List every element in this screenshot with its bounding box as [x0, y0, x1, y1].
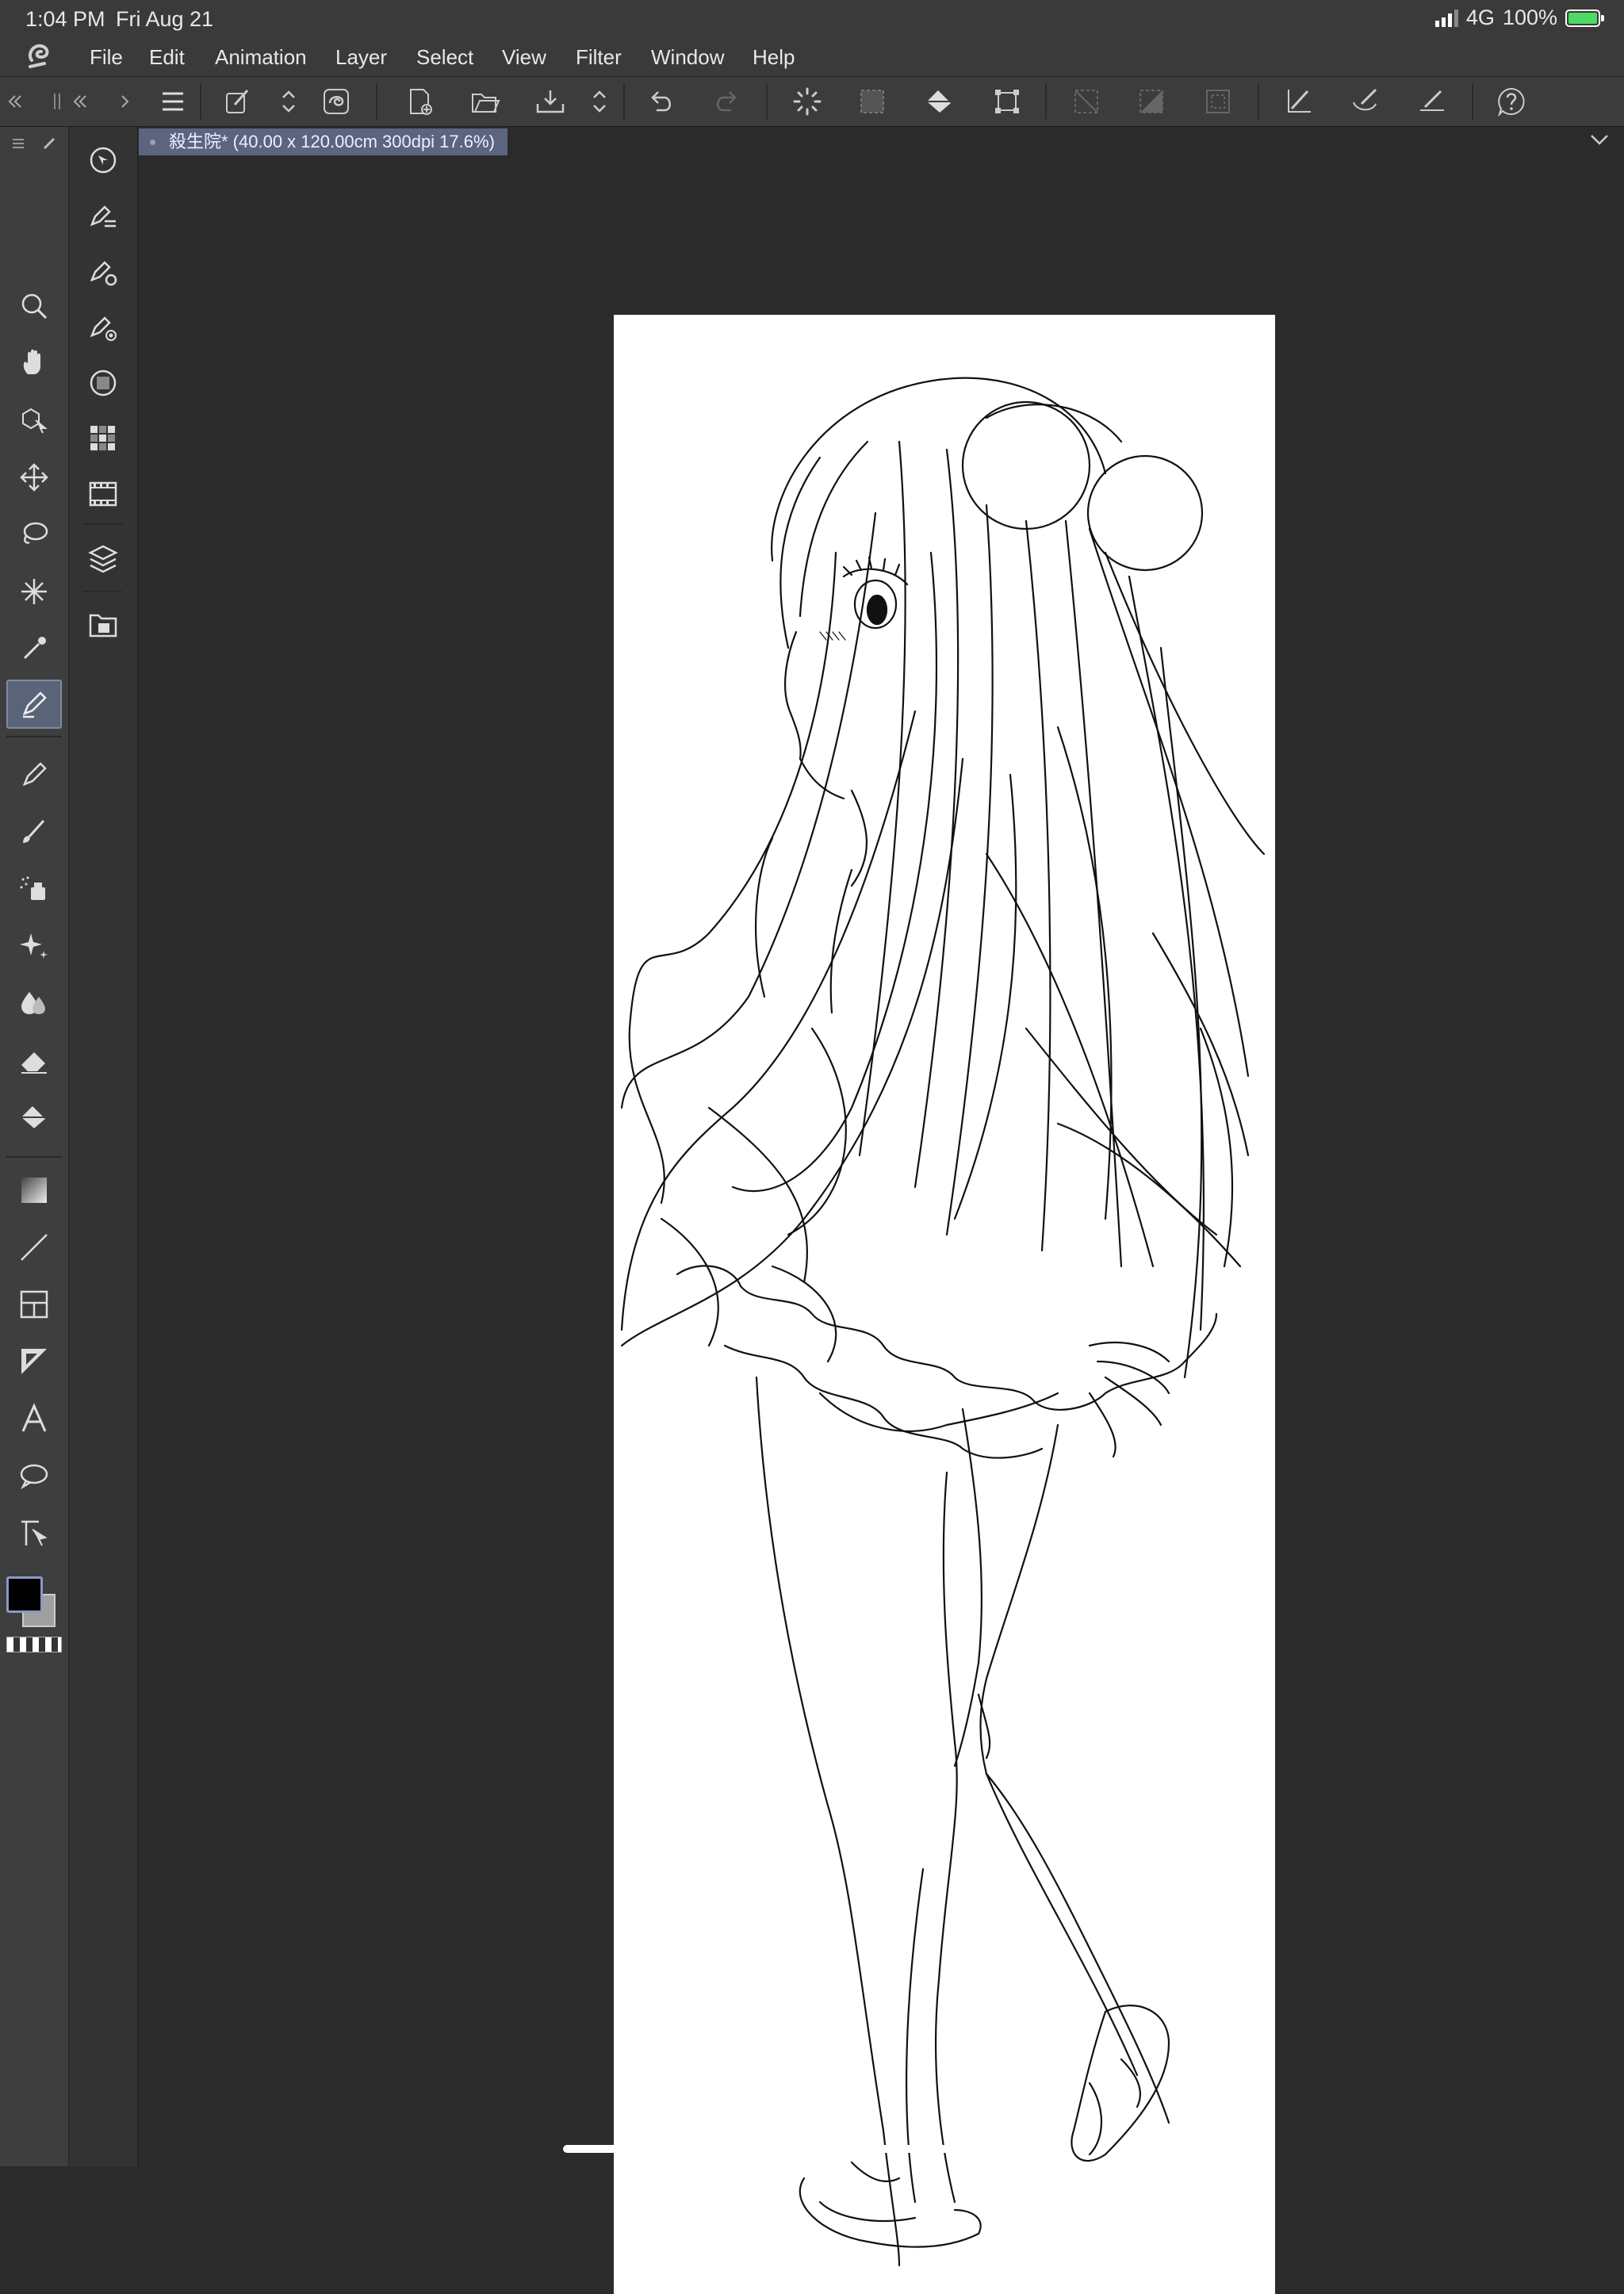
- decoration-icon[interactable]: [6, 921, 62, 971]
- correct-line-icon[interactable]: [6, 1508, 62, 1557]
- transparent-color[interactable]: [6, 1637, 62, 1653]
- up-down-icon[interactable]: [582, 84, 617, 119]
- tool-palette-header: [6, 127, 62, 160]
- line-icon[interactable]: [6, 1223, 62, 1272]
- line-art-sketch: [620, 377, 1266, 2267]
- collapse-sub-icon[interactable]: [68, 84, 92, 119]
- transform-icon[interactable]: [990, 84, 1025, 119]
- zoom-icon[interactable]: [6, 281, 62, 331]
- frame-icon[interactable]: [6, 1280, 62, 1329]
- document-tab[interactable]: 殺生院* (40.00 x 120.00cm 300dpi 17.6%): [139, 128, 508, 155]
- expand-right-icon[interactable]: [116, 84, 135, 119]
- status-right: 4G 100%: [1434, 6, 1604, 30]
- status-time: 1:04 PM: [25, 7, 105, 31]
- menu-icon[interactable]: [155, 84, 190, 119]
- save-icon[interactable]: [533, 84, 568, 119]
- undo-icon[interactable]: [644, 84, 679, 119]
- fill-bucket-icon[interactable]: [6, 1093, 62, 1142]
- magic-wand-icon[interactable]: [6, 567, 62, 616]
- home-indicator[interactable]: [563, 2145, 1061, 2153]
- brush-icon[interactable]: [6, 807, 62, 856]
- menu-view[interactable]: View: [502, 45, 546, 70]
- move-icon[interactable]: [6, 453, 62, 502]
- loading-icon[interactable]: [790, 84, 825, 119]
- brush-shape-icon[interactable]: [1348, 84, 1383, 119]
- deselect-icon[interactable]: [1069, 84, 1104, 119]
- material-icon[interactable]: [83, 605, 123, 645]
- timeline-icon[interactable]: [83, 474, 123, 514]
- menu-bar: File Edit Animation Layer Select View Fi…: [0, 36, 1624, 77]
- up-down-icon[interactable]: [271, 84, 306, 119]
- color-circle-icon[interactable]: [83, 363, 123, 403]
- palette-menu-icon: [13, 139, 24, 148]
- app-logo-icon[interactable]: [24, 40, 56, 71]
- navigator-icon[interactable]: [83, 140, 123, 180]
- balloon-icon[interactable]: [6, 1451, 62, 1500]
- command-bar: [0, 77, 1624, 127]
- palette-dock: [69, 127, 138, 2166]
- battery-icon: [1565, 9, 1604, 27]
- color-set-icon[interactable]: [83, 419, 123, 458]
- new-canvas-icon[interactable]: [403, 84, 438, 119]
- brush-size-icon[interactable]: [83, 308, 123, 347]
- text-icon[interactable]: [6, 1394, 62, 1443]
- status-bar: 1:04 PM Fri Aug 21 4G 100%: [0, 0, 1624, 36]
- fill-icon[interactable]: [921, 84, 956, 119]
- invert-selection-icon[interactable]: [1134, 84, 1169, 119]
- border-selection-icon[interactable]: [1201, 84, 1235, 119]
- open-folder-icon[interactable]: [468, 84, 503, 119]
- eyedropper-icon[interactable]: [6, 624, 62, 673]
- pencil-icon[interactable]: [6, 750, 62, 799]
- redo-icon[interactable]: [709, 84, 744, 119]
- tool-property-icon[interactable]: [83, 252, 123, 292]
- color-swatches[interactable]: [6, 1576, 62, 1632]
- layers-icon[interactable]: [83, 539, 123, 579]
- battery-percent: 100%: [1502, 6, 1557, 29]
- pen-pressure-icon[interactable]: [1281, 84, 1316, 119]
- menu-select[interactable]: Select: [416, 45, 473, 70]
- signal-icon: [1434, 9, 1458, 27]
- tab-dot-icon: [150, 140, 155, 145]
- palette-pen-icon: [43, 137, 56, 150]
- help-icon[interactable]: [1494, 84, 1529, 119]
- menu-filter[interactable]: Filter: [576, 45, 622, 70]
- menu-animation[interactable]: Animation: [215, 45, 307, 70]
- selection-icon[interactable]: [855, 84, 890, 119]
- ruler-icon[interactable]: [1415, 84, 1450, 119]
- layer-swirl-icon[interactable]: [319, 84, 354, 119]
- pen-icon[interactable]: [6, 680, 62, 729]
- menu-window[interactable]: Window: [651, 45, 724, 70]
- panel-grip-icon[interactable]: [48, 84, 67, 119]
- canvas-area[interactable]: [138, 156, 1624, 2294]
- eraser-icon[interactable]: [6, 1036, 62, 1085]
- network-label: 4G: [1465, 6, 1495, 29]
- menu-edit[interactable]: Edit: [149, 45, 185, 70]
- lasso-icon[interactable]: [6, 510, 62, 559]
- status-date: Fri Aug 21: [116, 7, 214, 31]
- object-icon[interactable]: [6, 396, 62, 445]
- brush-settings-icon[interactable]: [220, 84, 255, 119]
- airbrush-icon[interactable]: [6, 864, 62, 913]
- blend-icon[interactable]: [6, 978, 62, 1028]
- drawing-canvas[interactable]: [614, 315, 1275, 2294]
- collapse-left-icon[interactable]: [3, 84, 27, 119]
- hand-icon[interactable]: [6, 339, 62, 388]
- ruler-tool-icon[interactable]: [6, 1337, 62, 1386]
- document-title: 殺生院* (40.00 x 120.00cm 300dpi 17.6%): [169, 132, 495, 151]
- main-color[interactable]: [6, 1576, 43, 1613]
- chevron-down-icon[interactable]: [1589, 132, 1610, 147]
- menu-layer[interactable]: Layer: [335, 45, 387, 70]
- gradient-icon[interactable]: [6, 1166, 62, 1215]
- sub-tool-icon[interactable]: [83, 197, 123, 236]
- menu-help[interactable]: Help: [753, 45, 795, 70]
- tool-palette: [0, 127, 69, 2166]
- menu-file[interactable]: File: [90, 45, 123, 70]
